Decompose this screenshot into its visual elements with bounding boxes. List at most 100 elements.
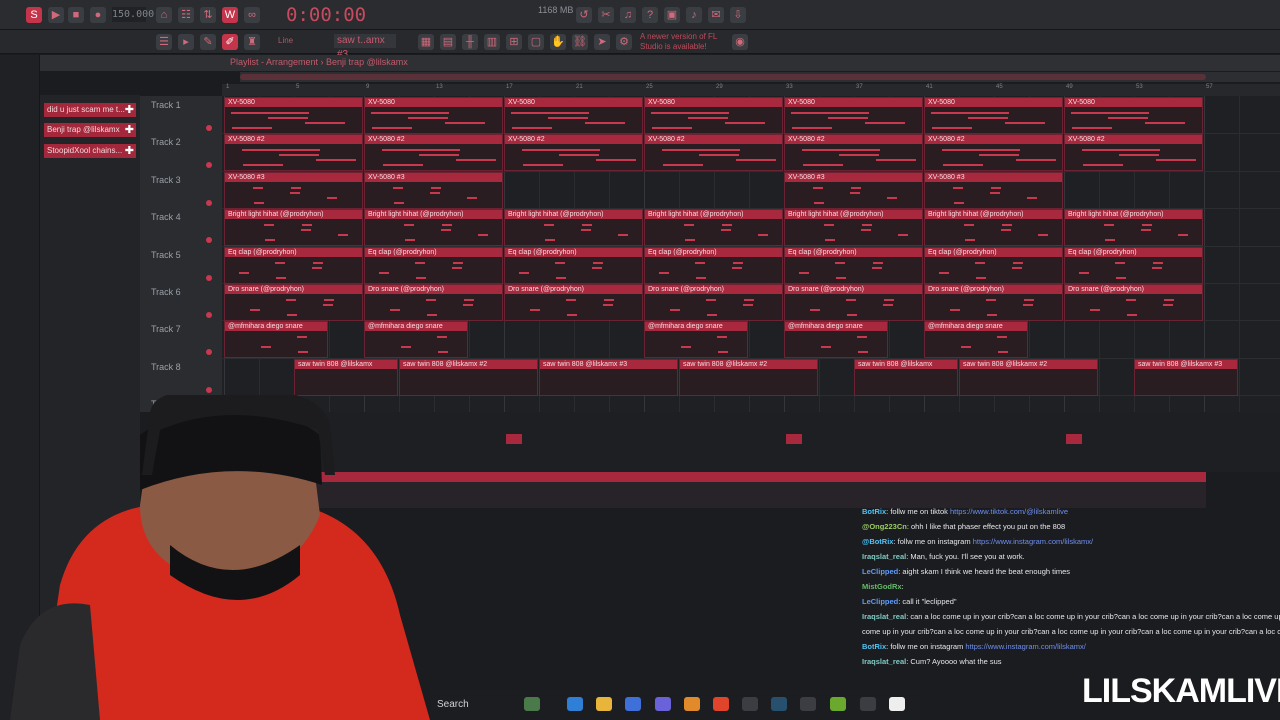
next-icon[interactable]: ▸ <box>178 34 194 50</box>
playlist-clip[interactable]: @mfmihara diego snare <box>644 321 748 359</box>
paint-tool-icon[interactable]: ✐ <box>222 34 238 50</box>
track-mute-toggle[interactable] <box>206 125 212 131</box>
playlist-icon[interactable]: ☰ <box>156 34 172 50</box>
playlist-clip[interactable]: @mfmihara diego snare <box>784 321 888 359</box>
steam-icon[interactable] <box>771 697 787 711</box>
playlist-clip[interactable]: saw twin 808 @lilskamx <box>854 358 958 396</box>
playlist-clip[interactable]: @mfmihara diego snare <box>364 321 468 359</box>
snap-selector[interactable]: Line <box>278 36 293 45</box>
playlist-clip[interactable]: XV-5080 <box>644 97 783 134</box>
stop-button[interactable]: ■ <box>68 7 84 23</box>
playlist-clip[interactable]: saw twin 808 @lilskamx #2 <box>399 358 538 396</box>
playlist-clip[interactable]: XV-5080 #2 <box>224 134 363 172</box>
song-mode-toggle[interactable]: S <box>26 7 42 23</box>
playlist-clip[interactable]: XV-5080 <box>364 97 503 134</box>
chat-link[interactable]: https://www.tiktok.com/@lilskamlive <box>950 507 1068 516</box>
track-mute-toggle[interactable] <box>206 199 212 206</box>
update-icon[interactable]: ◉ <box>732 34 748 50</box>
timeline-ruler[interactable]: 1 5 9 13 17 21 25 29 33 37 41 45 49 53 57 <box>222 84 1280 96</box>
scrollbar-thumb[interactable] <box>240 74 1206 80</box>
send-icon[interactable]: ➤ <box>594 34 610 50</box>
playlist-clip[interactable]: Bright light hihat (@prodryhon) <box>504 209 643 247</box>
chat-username[interactable]: Iraqslat_real <box>862 612 906 621</box>
track-label[interactable]: Track 4 <box>151 212 181 222</box>
mic-icon[interactable]: ♫ <box>620 7 636 23</box>
playlist-clip[interactable]: saw twin 808 @lilskamx <box>294 358 398 396</box>
widgets-icon[interactable] <box>524 697 540 711</box>
chat-username[interactable]: Iraqslat_real <box>862 657 906 666</box>
playlist-clip[interactable]: XV-5080 <box>504 97 643 134</box>
playlist-clip[interactable]: Eq clap (@prodryhon) <box>644 246 783 284</box>
playlist-clip[interactable]: XV-5080 <box>784 97 923 134</box>
file-icon[interactable]: ▢ <box>528 34 544 50</box>
playlist-clip[interactable]: Dro snare (@prodryhon) <box>1064 284 1203 321</box>
chat-username[interactable]: LeClipped <box>862 597 898 606</box>
playlist-clip[interactable]: XV-5080 #3 <box>784 171 923 209</box>
playlist-clip[interactable]: saw twin 808 @lilskamx #2 <box>679 358 818 396</box>
4k-icon[interactable] <box>860 697 876 711</box>
picker-item[interactable]: did u just scam me t... ✚ <box>44 103 136 117</box>
update-notice[interactable]: A newer version of FL Studio is availabl… <box>640 32 730 52</box>
wait-input-icon[interactable]: ☷ <box>178 7 194 23</box>
add-icon[interactable]: ✚ <box>125 103 134 117</box>
track-mute-toggle[interactable] <box>206 386 212 393</box>
obs-icon[interactable] <box>742 697 758 711</box>
metronome-icon[interactable]: ⌂ <box>156 7 172 23</box>
download-icon[interactable]: ⇩ <box>730 7 746 23</box>
undo-icon[interactable]: ↺ <box>576 7 592 23</box>
channel-rack-icon[interactable]: ▤ <box>440 34 456 50</box>
chat-username[interactable]: BotRix <box>862 507 886 516</box>
chat-icon[interactable]: ✉ <box>708 7 724 23</box>
automation-marker[interactable] <box>786 434 802 444</box>
draw-tool-icon[interactable]: ✎ <box>200 34 216 50</box>
track-label[interactable]: Track 6 <box>151 287 181 297</box>
playlist-clip[interactable]: saw twin 808 @lilskamx #3 <box>1134 358 1238 396</box>
play-button[interactable]: ▶ <box>48 7 64 23</box>
pattern-selector[interactable]: saw t..amx #3 <box>334 34 396 60</box>
playlist-clip[interactable]: XV-5080 #3 <box>364 171 503 209</box>
mixer-view-icon[interactable]: ╫ <box>462 34 478 50</box>
playlist-clip[interactable]: Eq clap (@prodryhon) <box>784 246 923 284</box>
piano-roll-icon[interactable]: ▦ <box>418 34 434 50</box>
save-icon[interactable]: ▣ <box>664 7 680 23</box>
playlist-clip[interactable]: Dro snare (@prodryhon) <box>504 284 643 321</box>
playlist-clip[interactable]: Dro snare (@prodryhon) <box>224 284 363 321</box>
track-label[interactable]: Track 8 <box>151 362 181 372</box>
countdown-icon[interactable]: ⇅ <box>200 7 216 23</box>
blend-icon[interactable]: ∞ <box>244 7 260 23</box>
app-icon[interactable] <box>800 697 816 711</box>
playlist-clip[interactable]: @mfmihara diego snare <box>224 321 328 359</box>
playlist-clip[interactable]: Bright light hihat (@prodryhon) <box>224 209 363 247</box>
arrangement-name[interactable]: Benji trap @lilskamx <box>326 57 408 67</box>
playlist-clip[interactable]: XV-5080 #2 <box>1064 134 1203 172</box>
picker-item[interactable]: StoopidXool chains... ✚ <box>44 144 136 158</box>
fl-studio-icon[interactable] <box>684 697 700 711</box>
edge-icon[interactable] <box>567 697 583 711</box>
playlist-clip[interactable]: saw twin 808 @lilskamx #2 <box>959 358 1098 396</box>
chat-username[interactable]: MistGodRx <box>862 582 902 591</box>
mixer-icon[interactable]: ♪ <box>686 7 702 23</box>
playlist-clip[interactable]: Dro snare (@prodryhon) <box>644 284 783 321</box>
track-mute-toggle[interactable] <box>206 274 212 281</box>
track-label[interactable]: Track 7 <box>151 324 181 334</box>
capcut-icon[interactable] <box>889 697 905 711</box>
cut-icon[interactable]: ✂ <box>598 7 614 23</box>
track-label[interactable]: Track 3 <box>151 175 181 185</box>
chat-username[interactable]: LeClipped <box>862 567 898 576</box>
playlist-clip[interactable]: XV-5080 #2 <box>504 134 643 172</box>
chat-link[interactable]: https://www.instagram.com/lilskamx/ <box>973 537 1093 546</box>
track-label[interactable]: Track 1 <box>151 100 181 110</box>
stamp-tool-icon[interactable]: ♜ <box>244 34 260 50</box>
brave-icon[interactable] <box>713 697 729 711</box>
plugin-icon[interactable]: ⊞ <box>506 34 522 50</box>
loop-record-icon[interactable]: W <box>222 7 238 23</box>
playlist-clip[interactable]: Bright light hihat (@prodryhon) <box>644 209 783 247</box>
playlist-clip[interactable]: Bright light hihat (@prodryhon) <box>924 209 1063 247</box>
playlist-clip[interactable]: Dro snare (@prodryhon) <box>924 284 1063 321</box>
playlist-clip[interactable]: Dro snare (@prodryhon) <box>364 284 503 321</box>
playlist-clip[interactable]: XV-5080 #2 <box>644 134 783 172</box>
track-label[interactable]: Track 5 <box>151 250 181 260</box>
playlist-clip[interactable]: XV-5080 <box>924 97 1063 134</box>
track-label[interactable]: Track 2 <box>151 137 181 147</box>
playlist-clip[interactable]: Bright light hihat (@prodryhon) <box>784 209 923 247</box>
